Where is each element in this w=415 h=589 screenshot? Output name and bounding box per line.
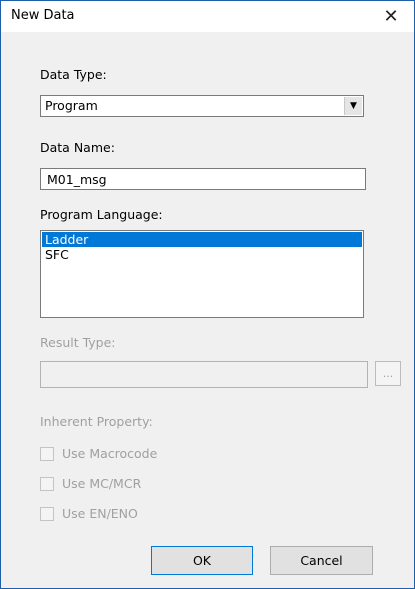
program-language-list[interactable]: Ladder SFC xyxy=(40,230,364,318)
use-macrocode-checkbox[interactable]: Use Macrocode xyxy=(40,446,157,461)
title-bar: New Data ✕ xyxy=(1,1,414,32)
data-name-label: Data Name: xyxy=(40,140,115,155)
checkbox-box[interactable] xyxy=(40,506,54,521)
new-data-dialog: New Data ✕ Data Type: Program ▼ Data Nam… xyxy=(0,0,415,589)
inherent-property-label: Inherent Property: xyxy=(40,414,153,429)
ok-button[interactable]: OK xyxy=(151,546,253,575)
result-type-field[interactable] xyxy=(40,361,368,388)
use-mc-mcr-checkbox[interactable]: Use MC/MCR xyxy=(40,476,141,491)
dialog-title: New Data xyxy=(11,8,75,23)
data-name-field-container xyxy=(40,168,366,190)
cancel-button[interactable]: Cancel xyxy=(270,546,373,575)
data-type-value: Program xyxy=(45,98,98,113)
result-type-label: Result Type: xyxy=(40,335,116,350)
use-mc-mcr-label: Use MC/MCR xyxy=(62,476,142,491)
checkbox-box[interactable] xyxy=(40,446,54,461)
list-item-ladder[interactable]: Ladder xyxy=(42,232,362,247)
list-item-sfc[interactable]: SFC xyxy=(42,247,362,262)
dialog-body: Data Type: Program ▼ Data Name: Program … xyxy=(1,32,414,588)
data-type-dropdown[interactable]: Program ▼ xyxy=(40,95,364,117)
result-type-browse-button[interactable]: ... xyxy=(375,361,401,386)
use-macrocode-label: Use Macrocode xyxy=(62,446,158,461)
data-type-label: Data Type: xyxy=(40,67,107,82)
close-icon[interactable]: ✕ xyxy=(368,1,414,32)
chevron-down-icon[interactable]: ▼ xyxy=(344,97,362,115)
program-language-label: Program Language: xyxy=(40,207,163,222)
use-en-eno-label: Use EN/ENO xyxy=(62,506,138,521)
checkbox-box[interactable] xyxy=(40,476,54,491)
use-en-eno-checkbox[interactable]: Use EN/ENO xyxy=(40,506,138,521)
data-name-field[interactable] xyxy=(47,170,347,188)
